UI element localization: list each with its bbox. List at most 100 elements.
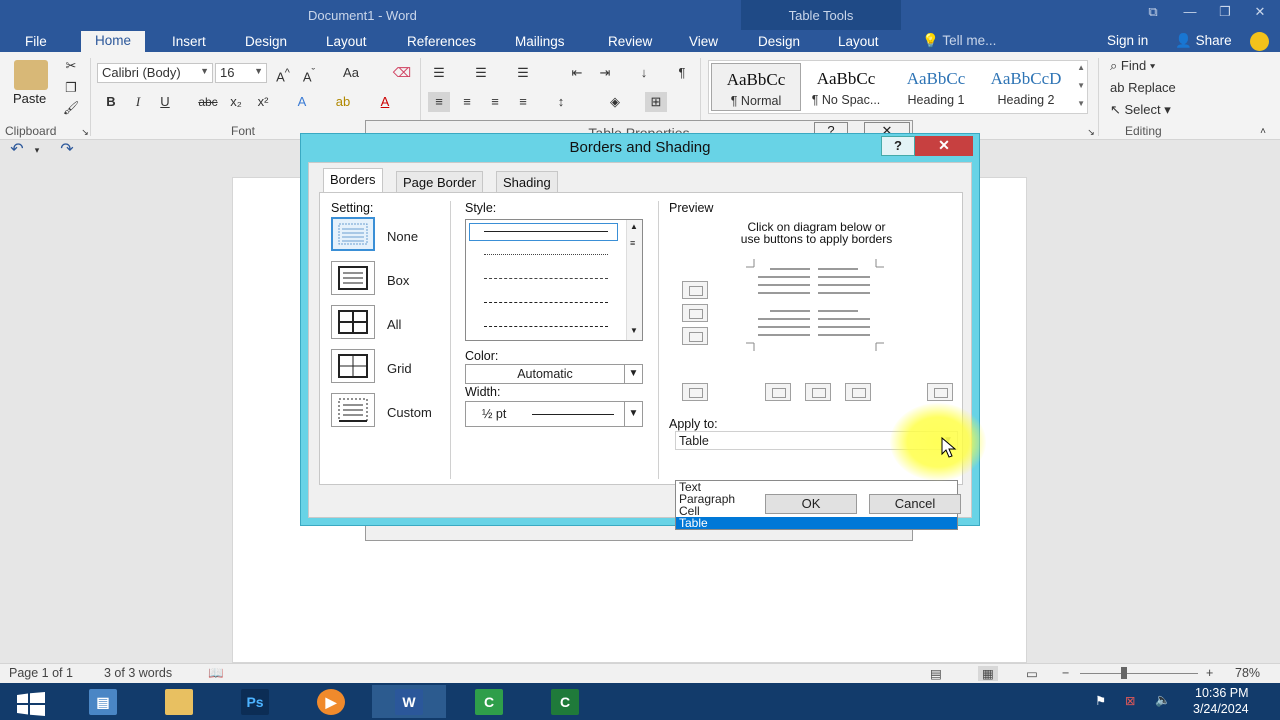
style-heading-1[interactable]: AaBbCc Heading 1 <box>891 63 981 111</box>
print-layout-icon[interactable]: ▦ <box>978 666 998 681</box>
highlight-icon[interactable]: ab <box>332 92 354 112</box>
ok-button[interactable]: OK <box>765 494 857 514</box>
line-style-list[interactable]: ▲ ≡ ▼ <box>465 219 643 341</box>
help-button[interactable]: ? <box>881 136 915 156</box>
width-dropdown[interactable]: ½ pt ▼ <box>465 401 643 427</box>
superscript-icon[interactable]: x² <box>252 92 274 112</box>
tab-table-design[interactable]: Design <box>758 32 800 52</box>
align-center-icon[interactable]: ≡ <box>456 92 478 112</box>
zoom-slider-thumb[interactable] <box>1121 667 1127 679</box>
shading-icon[interactable]: ◈ <box>604 92 626 112</box>
justify-icon[interactable]: ≡ <box>512 92 534 112</box>
setting-all-label[interactable]: All <box>387 317 401 332</box>
zoom-level[interactable]: 78% <box>1235 666 1260 680</box>
collapse-ribbon-icon[interactable]: ˄ <box>1252 122 1274 142</box>
line-style-selected[interactable] <box>469 223 618 241</box>
tab-home[interactable]: Home <box>81 31 146 52</box>
grow-font-icon[interactable]: A^ <box>272 63 294 84</box>
tell-me-box[interactable]: 💡 Tell me... <box>922 33 996 49</box>
setting-box-icon[interactable] <box>331 261 375 295</box>
strikethrough-icon[interactable]: abc <box>197 92 219 112</box>
proofing-icon[interactable]: 📖 <box>208 666 224 681</box>
line-style-solid[interactable] <box>484 231 608 232</box>
feedback-smiley-icon[interactable] <box>1250 32 1269 51</box>
close-button[interactable]: ✕ <box>915 136 973 156</box>
taskbar-word[interactable]: W <box>372 685 446 718</box>
clock-date[interactable]: 3/24/2024 <box>1193 702 1249 716</box>
taskbar-camtasia-recorder[interactable]: C <box>452 685 526 718</box>
border-bottom-icon[interactable] <box>682 327 708 345</box>
shrink-font-icon[interactable]: Aˇ <box>298 63 320 84</box>
tab-design[interactable]: Design <box>245 32 287 52</box>
styles-scroll-up-icon[interactable]: ▲ <box>1077 63 1085 72</box>
zoom-out-icon[interactable]: − <box>1062 666 1069 680</box>
border-top-icon[interactable] <box>682 281 708 299</box>
line-style-dashed-small[interactable] <box>484 278 608 279</box>
taskbar-file-explorer[interactable] <box>142 685 216 718</box>
style-no-spacing[interactable]: AaBbCc ¶ No Spac... <box>801 63 891 111</box>
setting-custom-label[interactable]: Custom <box>387 405 432 420</box>
setting-custom-icon[interactable] <box>331 393 375 427</box>
page-count[interactable]: Page 1 of 1 <box>9 666 73 680</box>
clear-formatting-icon[interactable]: ⌫ <box>391 63 413 83</box>
maximize-icon[interactable]: ❐ <box>1215 4 1235 22</box>
scroll-thumb-icon[interactable]: ≡ <box>630 238 635 248</box>
start-button[interactable] <box>0 685 62 718</box>
tab-insert[interactable]: Insert <box>172 32 206 52</box>
minimize-icon[interactable]: — <box>1180 4 1200 22</box>
zoom-slider[interactable] <box>1080 673 1198 674</box>
undo-dropdown-icon[interactable]: ▾ <box>26 140 48 160</box>
paste-icon[interactable] <box>14 60 48 90</box>
line-style-dash-dot[interactable] <box>484 326 608 327</box>
border-inside-horizontal-icon[interactable] <box>682 304 708 322</box>
italic-icon[interactable]: I <box>127 92 149 112</box>
subscript-icon[interactable]: x₂ <box>225 92 247 112</box>
borders-icon[interactable]: ⊞ <box>645 92 667 112</box>
change-case-button[interactable]: Aa <box>336 63 366 83</box>
border-diagonal-down-icon[interactable] <box>927 383 953 401</box>
clipboard-launcher-icon[interactable]: ↘ <box>74 122 96 142</box>
line-style-dashed[interactable] <box>484 302 608 303</box>
tab-table-layout[interactable]: Layout <box>838 32 879 52</box>
line-spacing-icon[interactable]: ↕ <box>550 92 572 112</box>
scroll-up-icon[interactable]: ▲ <box>630 222 638 231</box>
text-effects-icon[interactable]: A <box>291 92 313 112</box>
select-button[interactable]: ↖ Select ▾ <box>1110 102 1171 118</box>
line-style-dotted[interactable] <box>484 254 608 255</box>
replace-button[interactable]: ab Replace <box>1110 80 1176 95</box>
styles-scroll-down-icon[interactable]: ▼ <box>1077 81 1085 90</box>
paste-button[interactable]: Paste <box>13 91 46 106</box>
color-dropdown[interactable]: Automatic ▼ <box>465 364 643 384</box>
scroll-down-icon[interactable]: ▼ <box>630 326 638 335</box>
sort-icon[interactable]: ↓ <box>633 63 655 83</box>
clock-time[interactable]: 10:36 PM <box>1195 686 1249 700</box>
tab-mailings[interactable]: Mailings <box>515 32 565 52</box>
style-normal[interactable]: AaBbCc ¶ Normal <box>711 63 801 111</box>
border-inside-vertical-icon[interactable] <box>805 383 831 401</box>
setting-none-label[interactable]: None <box>387 229 418 244</box>
no-network-icon[interactable]: ⊠ <box>1125 693 1135 708</box>
taskbar-camtasia-studio[interactable]: C <box>528 685 602 718</box>
numbering-icon[interactable]: ☰ <box>470 63 492 83</box>
increase-indent-icon[interactable]: ⇥ <box>594 63 616 83</box>
tab-page-border[interactable]: Page Border <box>396 171 483 193</box>
styles-more-icon[interactable]: ▼ <box>1077 99 1085 108</box>
tab-file[interactable]: File <box>25 32 47 52</box>
taskbar-photoshop[interactable]: Ps <box>218 685 292 718</box>
tab-borders[interactable]: Borders <box>323 168 383 194</box>
setting-box-label[interactable]: Box <box>387 273 409 288</box>
underline-icon[interactable]: U <box>154 92 176 112</box>
font-color-icon[interactable]: A <box>374 92 396 112</box>
style-heading-2[interactable]: AaBbCcD Heading 2 <box>981 63 1071 111</box>
sign-in-link[interactable]: Sign in <box>1107 33 1148 48</box>
decrease-indent-icon[interactable]: ⇤ <box>566 63 588 83</box>
tab-view[interactable]: View <box>689 32 718 52</box>
border-diagonal-up-icon[interactable] <box>682 383 708 401</box>
zoom-in-icon[interactable]: + <box>1206 666 1213 680</box>
share-button[interactable]: 👤 Share <box>1175 33 1232 49</box>
tab-references[interactable]: References <box>407 32 476 52</box>
style-scrollbar[interactable]: ▲ ≡ ▼ <box>626 220 642 340</box>
align-left-icon[interactable]: ≡ <box>428 92 450 112</box>
bold-icon[interactable]: B <box>100 92 122 112</box>
align-right-icon[interactable]: ≡ <box>484 92 506 112</box>
